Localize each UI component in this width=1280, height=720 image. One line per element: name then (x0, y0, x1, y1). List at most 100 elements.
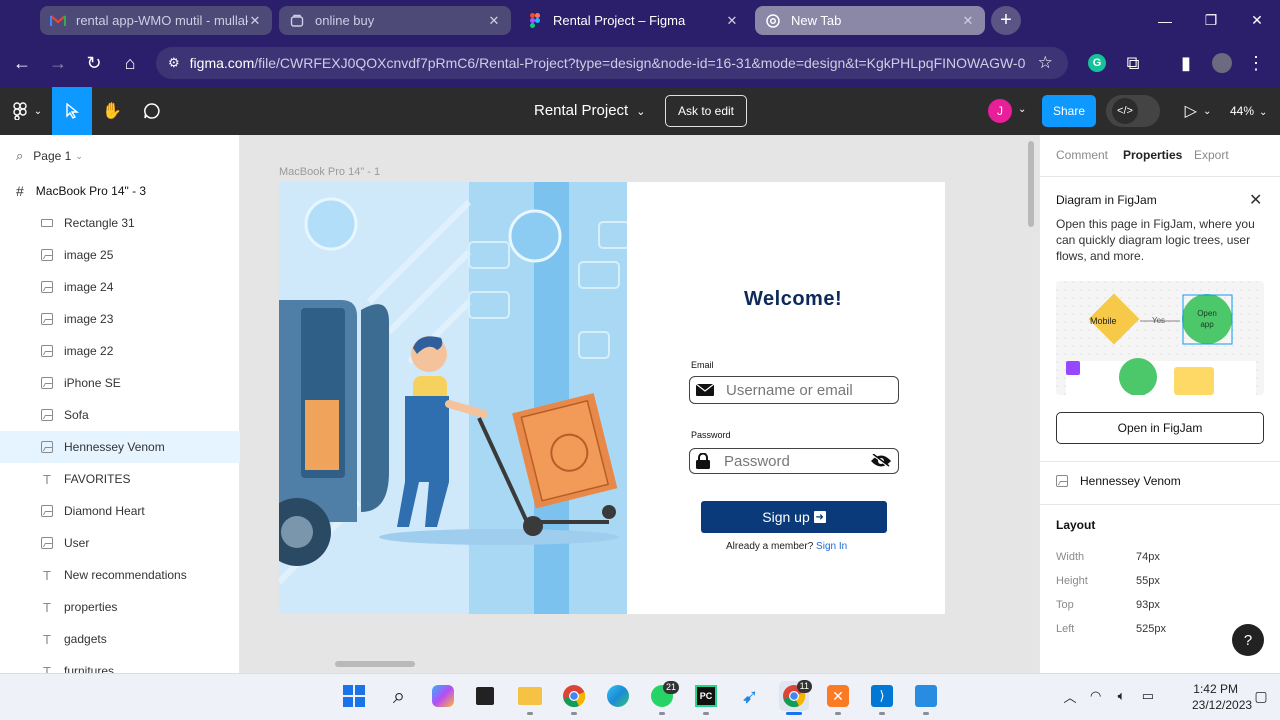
browser-tab-new[interactable]: New Tab ✕ (755, 6, 985, 35)
user-avatar[interactable]: J (988, 99, 1012, 123)
clock[interactable]: 1:42 PM 23/12/2023 (1192, 681, 1252, 713)
chrome-taskbar-icon[interactable] (559, 681, 589, 711)
tab-export[interactable]: Export (1194, 148, 1229, 162)
move-tool-button[interactable] (52, 87, 92, 135)
selected-layer-row[interactable]: Hennessey Venom (1056, 474, 1181, 488)
canvas-frame-label[interactable]: MacBook Pro 14" - 1 (279, 166, 380, 178)
site-info-icon[interactable]: ⚙ (168, 55, 180, 71)
page-selector[interactable]: ⌕ Page 1 ⌄ (16, 148, 83, 164)
close-tab-icon[interactable]: ✕ (725, 13, 739, 29)
bookmark-star-icon[interactable]: ☆ (1038, 53, 1053, 73)
photos-icon[interactable] (911, 681, 941, 711)
width-value[interactable]: 74px (1136, 551, 1160, 563)
share-button[interactable]: Share (1042, 95, 1096, 127)
present-play-icon[interactable]: ▷ ⌄ (1178, 87, 1218, 135)
whatsapp-icon[interactable]: 21 (647, 681, 679, 711)
layer-row[interactable]: image 23 (0, 303, 240, 335)
frame-layer-row[interactable]: # MacBook Pro 14" - 3 (16, 183, 146, 199)
browser-tab-gmail[interactable]: rental app-WMO mutil - mullak ✕ (40, 6, 272, 35)
layer-row[interactable]: Rectangle 31 (0, 207, 240, 239)
battery-icon[interactable]: ▭ (1142, 688, 1154, 704)
ask-to-edit-button[interactable]: Ask to edit (665, 95, 747, 127)
divider (1040, 504, 1280, 505)
open-in-figjam-button[interactable]: Open in FigJam (1056, 412, 1264, 444)
copilot-icon[interactable] (428, 681, 458, 711)
url-bar[interactable]: ⚙ figma.com/file/CWRFEXJ0QOXcnvdf7pRmC6/… (156, 47, 1068, 79)
lock-icon (696, 453, 710, 469)
dev-mode-toggle[interactable]: </> (1106, 95, 1160, 127)
vscode-icon[interactable]: ⟩ (867, 681, 897, 711)
pycharm-icon[interactable]: PC (691, 681, 721, 711)
figma-main-menu-icon[interactable]: ⌄ (10, 87, 44, 135)
notification-icon[interactable]: ▢ (1246, 681, 1276, 711)
close-tab-icon[interactable]: ✕ (248, 13, 262, 29)
signin-link[interactable]: Sign In (816, 541, 847, 552)
windows-start-icon[interactable] (339, 681, 369, 711)
tab-comment[interactable]: Comment (1056, 148, 1108, 162)
layer-row[interactable]: Hennessey Venom (0, 431, 240, 463)
side-panel-icon[interactable]: ▮ (1172, 49, 1200, 77)
edge-icon[interactable] (603, 681, 633, 711)
signup-button[interactable]: Sign up ➜ (701, 501, 887, 533)
layer-name: image 25 (64, 248, 114, 262)
layer-row[interactable]: Tproperties (0, 591, 240, 623)
left-value[interactable]: 525px (1136, 623, 1166, 635)
chrome-menu-icon[interactable]: ⋮ (1242, 49, 1270, 77)
comment-tool-icon[interactable] (138, 87, 166, 135)
speaker-icon[interactable]: 🔈︎ (1118, 688, 1126, 704)
chevron-down-icon[interactable]: ⌄ (1018, 104, 1026, 115)
file-explorer-icon[interactable] (515, 681, 545, 711)
close-tab-icon[interactable]: ✕ (487, 13, 501, 29)
back-arrow-icon[interactable]: ← (8, 49, 36, 77)
layer-row[interactable]: Tgadgets (0, 623, 240, 655)
vertical-scrollbar[interactable] (1028, 141, 1034, 227)
layer-row[interactable]: T FAVORITES (0, 463, 240, 495)
tab-properties[interactable]: Properties (1123, 148, 1182, 162)
file-title[interactable]: Rental Project ⌄ (534, 102, 645, 119)
layer-row[interactable]: image 22 (0, 335, 240, 367)
close-tab-icon[interactable]: ✕ (961, 13, 975, 29)
layer-row[interactable]: image 24 (0, 271, 240, 303)
extensions-puzzle-icon[interactable]: ⧉ (1119, 49, 1147, 77)
grammarly-extension-icon[interactable]: G (1083, 49, 1111, 77)
window-close-icon[interactable]: ✕ (1234, 6, 1280, 35)
layer-row[interactable]: Diamond Heart (0, 495, 240, 527)
layer-row[interactable]: iPhone SE (0, 367, 240, 399)
password-field[interactable]: Password (689, 448, 899, 474)
chrome-profile-icon[interactable]: 11 (779, 680, 812, 711)
file-manager-icon[interactable] (470, 681, 500, 711)
close-icon[interactable]: ✕ (1249, 190, 1262, 210)
frame-name: MacBook Pro 14" - 3 (35, 184, 147, 198)
layer-row[interactable]: Sofa (0, 399, 240, 431)
layer-row[interactable]: T New recommendations (0, 559, 240, 591)
home-icon[interactable]: ⌂ (116, 49, 144, 77)
system-tray[interactable]: ◠ 🔈︎ ▭ (1090, 681, 1154, 711)
help-button[interactable]: ? (1232, 624, 1264, 656)
forward-arrow-icon[interactable]: → (44, 49, 72, 77)
xampp-icon[interactable]: ✕ (823, 681, 853, 711)
profile-avatar-icon[interactable] (1208, 49, 1236, 77)
new-tab-button[interactable]: + (991, 6, 1021, 35)
minimize-icon[interactable]: — (1142, 6, 1188, 35)
chevron-up-icon[interactable]: ︿ (1055, 681, 1085, 711)
search-icon[interactable]: ⌕ (384, 681, 414, 711)
horizontal-scrollbar[interactable] (335, 661, 415, 667)
layer-row[interactable]: image 25 (0, 239, 240, 271)
reload-icon[interactable]: ↻ (80, 49, 108, 77)
top-value[interactable]: 93px (1136, 599, 1160, 611)
layer-row[interactable]: User (0, 527, 240, 559)
layer-name: User (64, 536, 90, 550)
restore-icon[interactable]: ❐ (1188, 6, 1234, 35)
app-dolphin-icon[interactable]: ➹ (735, 681, 765, 711)
password-placeholder: Password (724, 452, 790, 470)
wifi-icon[interactable]: ◠ (1090, 688, 1101, 704)
delivery-illustration[interactable] (279, 182, 627, 614)
height-value[interactable]: 55px (1136, 575, 1160, 587)
search-icon[interactable]: ⌕ (16, 148, 23, 164)
zoom-level[interactable]: 44% ⌄ (1230, 104, 1267, 118)
email-field[interactable]: Username or email (689, 376, 899, 404)
running-indicator (703, 712, 709, 715)
browser-tab-figma[interactable]: Rental Project – Figma ✕ (517, 6, 749, 35)
hand-tool-icon[interactable]: ✋ (98, 87, 126, 135)
browser-tab-online-buy[interactable]: online buy ✕ (279, 6, 511, 35)
